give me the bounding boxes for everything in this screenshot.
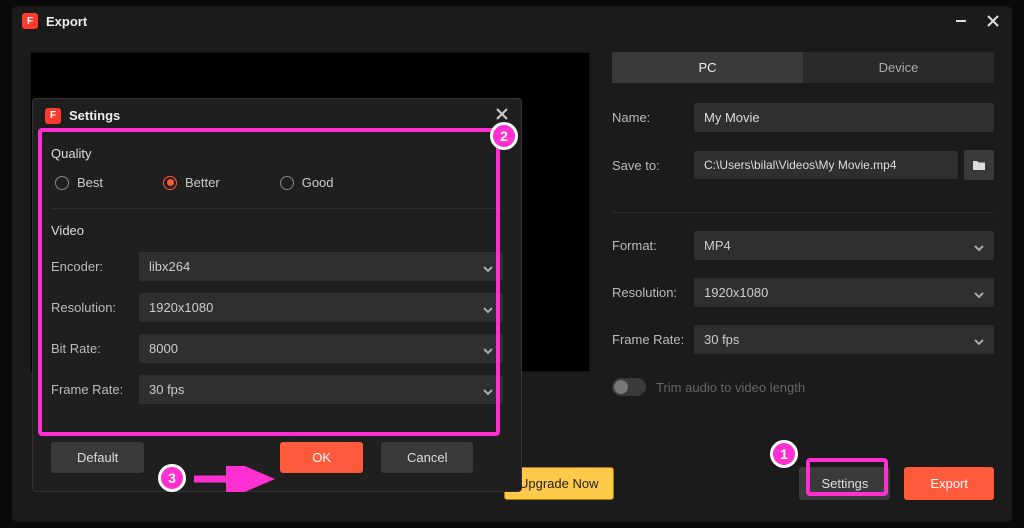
quality-section-title: Quality [51,146,503,161]
encoder-select[interactable]: libx264 [139,252,503,281]
framerate-label: Frame Rate: [612,332,694,347]
chevron-down-icon [974,241,984,251]
bitrate-select[interactable]: 8000 [139,334,503,363]
folder-icon [972,159,986,171]
annotation-arrow [190,466,280,492]
encoder-label: Encoder: [51,259,139,274]
saveto-input[interactable] [694,151,958,179]
trim-toggle[interactable] [612,378,646,396]
settings-button[interactable]: Settings [799,467,890,500]
ok-button[interactable]: OK [280,442,363,473]
export-tabs: PC Device [612,52,994,83]
trim-label: Trim audio to video length [656,380,805,395]
sd-framerate-select[interactable]: 30 fps [139,375,503,404]
quality-good-radio[interactable]: Good [280,175,334,190]
bitrate-label: Bit Rate: [51,341,139,356]
settings-titlebar: F Settings [33,99,521,132]
chevron-down-icon [974,288,984,298]
settings-dialog: F Settings Quality Best Better Good Vide… [32,98,522,492]
tab-pc[interactable]: PC [612,52,803,83]
settings-title: Settings [69,108,120,123]
saveto-label: Save to: [612,158,694,173]
name-label: Name: [612,110,694,125]
browse-folder-button[interactable] [964,150,994,180]
quality-best-radio[interactable]: Best [55,175,103,190]
chevron-down-icon [974,335,984,345]
name-input[interactable] [694,103,994,132]
resolution-label: Resolution: [612,285,694,300]
sd-resolution-label: Resolution: [51,300,139,315]
chevron-down-icon [483,262,493,272]
format-select[interactable]: MP4 [694,231,994,260]
minimize-button[interactable] [952,12,970,30]
chevron-down-icon [483,344,493,354]
annotation-callout-2: 2 [490,122,518,150]
divider [51,208,503,209]
cancel-button[interactable]: Cancel [381,442,473,473]
annotation-callout-1: 1 [770,440,798,468]
video-section-title: Video [51,223,503,238]
export-title: Export [46,14,87,29]
export-button[interactable]: Export [904,467,994,500]
sd-framerate-label: Frame Rate: [51,382,139,397]
close-button[interactable] [984,12,1002,30]
annotation-callout-3: 3 [158,464,186,492]
sd-resolution-select[interactable]: 1920x1080 [139,293,503,322]
divider [612,212,994,213]
tab-device[interactable]: Device [803,52,994,83]
right-pane: PC Device Name: Save to: Format: MP4 [612,52,994,510]
app-icon: F [45,108,61,124]
framerate-select[interactable]: 30 fps [694,325,994,354]
default-button[interactable]: Default [51,442,144,473]
app-icon: F [22,13,38,29]
export-titlebar: F Export [12,6,1012,36]
quality-better-radio[interactable]: Better [163,175,220,190]
chevron-down-icon [483,303,493,313]
chevron-down-icon [483,385,493,395]
resolution-select[interactable]: 1920x1080 [694,278,994,307]
format-label: Format: [612,238,694,253]
